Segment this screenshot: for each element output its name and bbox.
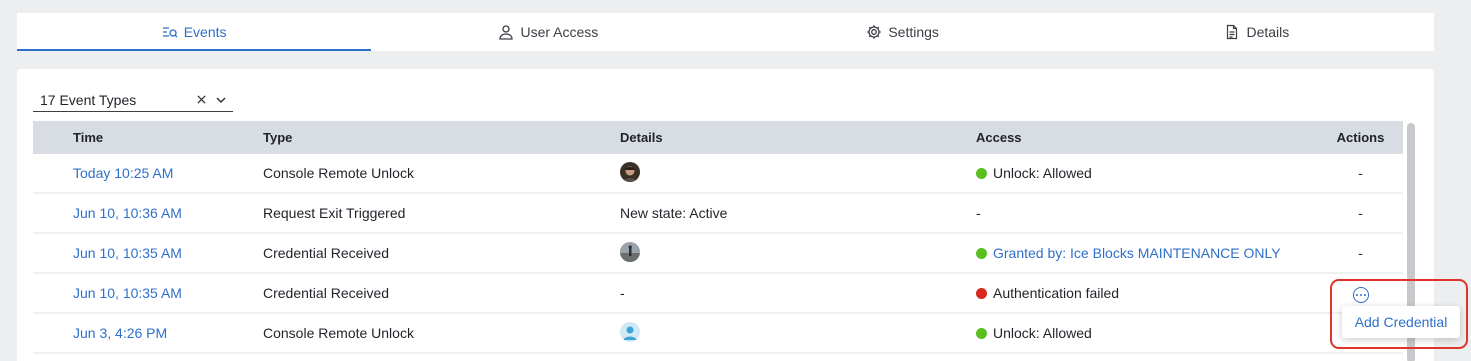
event-type-filter-value: 17 Event Types [40, 91, 137, 108]
access-text: Unlock: Allowed [993, 165, 1092, 181]
header-access[interactable]: Access [976, 130, 1318, 145]
avatar[interactable] [620, 161, 640, 182]
table-row: Jun 10, 10:36 AM Request Exit Triggered … [33, 194, 1403, 234]
event-time-link[interactable]: Jun 10, 10:35 AM [33, 285, 263, 301]
header-type[interactable]: Type [263, 130, 620, 145]
tab-events[interactable]: Events [17, 13, 372, 51]
table-row: Jun 10, 10:35 AM Credential Received Gra… [33, 234, 1403, 274]
tab-user-access-label: User Access [520, 24, 599, 40]
table-header: Time Type Details Access Actions [33, 121, 1403, 154]
events-panel: 17 Event Types Time Type Details Access … [17, 69, 1434, 361]
clear-icon[interactable] [193, 92, 209, 108]
header-actions: Actions [1336, 130, 1385, 145]
status-dot [976, 167, 987, 179]
event-time-link[interactable]: Today 10:25 AM [33, 165, 263, 181]
event-time-link[interactable]: Jun 10, 10:35 AM [33, 245, 263, 261]
table-row: Jun 10, 10:35 AM Credential Received - A… [33, 274, 1403, 314]
event-actions [1318, 283, 1403, 303]
event-time-link[interactable]: Jun 3, 4:26 PM [33, 325, 263, 341]
event-actions: - [1358, 205, 1363, 221]
event-access: Unlock: Allowed [976, 165, 1318, 181]
add-credential-menu-item[interactable]: Add Credential [1342, 306, 1460, 338]
tab-bar: Events User Access Settings Details [17, 13, 1434, 51]
events-table: Time Type Details Access Actions Today 1… [33, 121, 1403, 354]
event-type: Credential Received [263, 245, 390, 261]
avatar[interactable] [620, 321, 640, 342]
event-actions: - [1358, 245, 1363, 261]
event-details: - [620, 285, 625, 301]
access-text: Unlock: Allowed [993, 325, 1092, 341]
chevron-down-icon[interactable] [213, 92, 229, 108]
event-type-filter[interactable]: 17 Event Types [33, 88, 233, 112]
event-details: New state: Active [620, 205, 728, 221]
status-dot [976, 247, 987, 259]
event-time-link[interactable]: Jun 10, 10:36 AM [33, 205, 263, 221]
table-row: Jun 3, 4:26 PM Console Remote Unlock Unl… [33, 314, 1403, 354]
event-details [620, 161, 976, 185]
event-details [620, 241, 976, 265]
event-actions: - [1358, 165, 1363, 181]
access-link[interactable]: Granted by: Ice Blocks MAINTENANCE ONLY [993, 245, 1281, 261]
access-text: - [976, 205, 981, 221]
event-details [620, 321, 976, 345]
table-row: Today 10:25 AM Console Remote Unlock Unl… [33, 154, 1403, 194]
event-access: Authentication failed [976, 285, 1318, 301]
events-filter-icon [162, 27, 178, 38]
event-access: - [976, 205, 1318, 221]
access-text: Authentication failed [993, 285, 1120, 301]
tab-details-label: Details [1246, 24, 1290, 40]
header-time[interactable]: Time [33, 130, 263, 145]
event-type: Request Exit Triggered [263, 205, 406, 221]
more-icon[interactable] [1352, 287, 1369, 303]
user-icon [499, 25, 514, 40]
tab-details[interactable]: Details [1080, 13, 1434, 51]
event-type: Console Remote Unlock [263, 165, 414, 181]
document-icon [1227, 24, 1238, 40]
status-dot [976, 327, 987, 339]
tab-settings[interactable]: Settings [726, 13, 1080, 51]
status-dot [976, 287, 987, 299]
tab-user-access[interactable]: User Access [371, 13, 725, 51]
avatar[interactable] [620, 241, 640, 262]
event-type: Credential Received [263, 285, 390, 301]
header-details: Details [620, 130, 663, 145]
tab-events-label: Events [183, 24, 227, 40]
tab-settings-label: Settings [888, 24, 939, 40]
gear-icon [867, 25, 882, 39]
event-access: Granted by: Ice Blocks MAINTENANCE ONLY [976, 245, 1318, 261]
event-access: Unlock: Allowed [976, 325, 1318, 341]
event-type: Console Remote Unlock [263, 325, 414, 341]
